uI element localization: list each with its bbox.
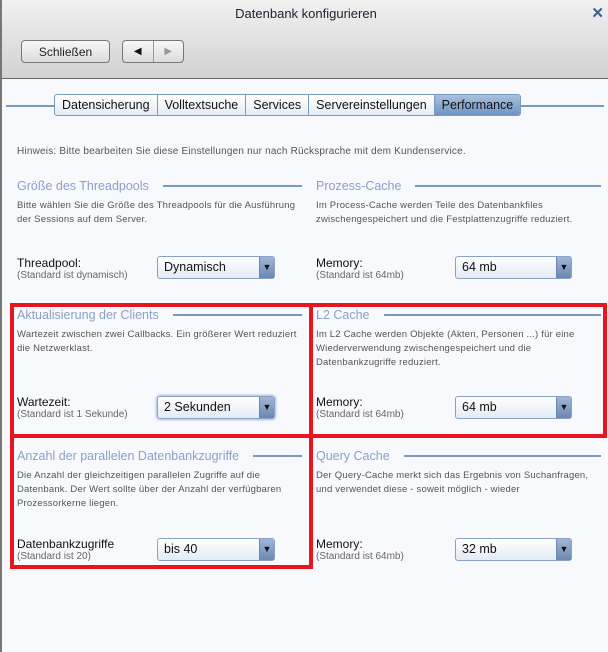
threadpool-select[interactable]: Dynamisch ▼ (157, 256, 275, 279)
tab-bar: Datensicherung Volltextsuche Services Se… (54, 94, 522, 116)
highlight-box (10, 303, 313, 438)
tab-volltextsuche[interactable]: Volltextsuche (158, 95, 247, 115)
select-value: Dynamisch (164, 260, 226, 274)
prozess-cache-select[interactable]: 64 mb ▼ (455, 256, 572, 279)
section-title: Query Cache (316, 449, 601, 463)
select-value: 64 mb (462, 260, 497, 274)
highlight-box (10, 434, 313, 569)
title-bar: Datenbank konfigurieren ✕ Schließen ◀ ▶ (2, 0, 608, 79)
highlight-box (309, 303, 607, 438)
section-description: Im Process-Cache werden Teile des Datenb… (316, 200, 573, 225)
query-cache-select[interactable]: 32 mb ▼ (455, 538, 572, 561)
hint-text: Hinweis: Bitte bearbeiten Sie diese Eins… (17, 146, 466, 157)
section-threadpool: Größe des Threadpools Bitte wählen Sie d… (17, 179, 302, 281)
tab-servereinstellungen[interactable]: Servereinstellungen (309, 95, 435, 115)
tab-datensicherung[interactable]: Datensicherung (55, 95, 158, 115)
field-label: Threadpool: (17, 256, 82, 270)
section-description: Der Query-Cache merkt sich das Ergebnis … (316, 470, 589, 495)
field-default-hint: (Standard ist dynamisch) (17, 270, 128, 281)
close-icon[interactable]: ✕ (591, 4, 604, 22)
nav-buttons: ◀ ▶ (122, 40, 184, 63)
tab-performance[interactable]: Performance (434, 95, 521, 115)
section-title: Größe des Threadpools (17, 179, 302, 193)
field-label: Memory: (316, 256, 363, 270)
section-prozess-cache: Prozess-Cache Im Process-Cache werden Te… (316, 179, 601, 281)
field-default-hint: (Standard ist 64mb) (316, 551, 404, 562)
chevron-down-icon[interactable]: ▼ (259, 257, 274, 278)
section-query-cache: Query Cache Der Query-Cache merkt sich d… (316, 449, 601, 562)
tab-services[interactable]: Services (246, 95, 310, 115)
back-arrow-icon[interactable]: ◀ (123, 41, 154, 62)
forward-arrow-icon[interactable]: ▶ (154, 41, 184, 62)
select-value: 32 mb (462, 542, 497, 556)
close-button[interactable]: Schließen (21, 40, 110, 63)
window-title: Datenbank konfigurieren (235, 6, 377, 21)
field-label: Memory: (316, 537, 363, 551)
field-default-hint: (Standard ist 64mb) (316, 270, 404, 281)
section-title: Prozess-Cache (316, 179, 601, 193)
section-description: Bitte wählen Sie die Größe des Threadpoo… (17, 200, 296, 225)
chevron-down-icon[interactable]: ▼ (556, 539, 571, 560)
chevron-down-icon[interactable]: ▼ (556, 257, 571, 278)
